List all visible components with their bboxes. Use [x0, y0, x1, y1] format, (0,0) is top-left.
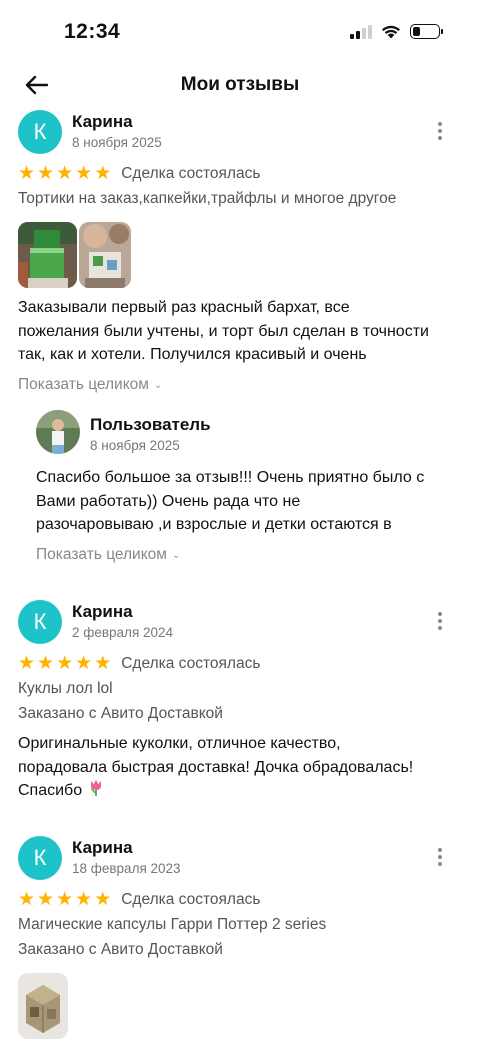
star-icon: ★ [56, 653, 74, 674]
review-text-line: пожелания были учтены, и торт был сделан… [18, 322, 429, 340]
author-name[interactable]: Карина [72, 838, 133, 858]
review-text: Оригинальные куколки, отличное качество,… [18, 732, 468, 803]
more-options-button[interactable] [430, 608, 450, 634]
reply-avatar[interactable] [36, 410, 80, 454]
author-name[interactable]: Карина [72, 602, 133, 622]
show-more-label: Показать целиком [18, 376, 149, 393]
review-card: К Карина 8 ноября 2025 ★ ★ ★ ★ ★ Сделка сост… [0, 106, 480, 586]
battery-icon [410, 24, 443, 39]
show-more-link[interactable]: Показать целиком ⌄ [18, 376, 162, 394]
review-text-line: Спасибо [18, 779, 468, 803]
reply-show-more-link[interactable]: Показать целиком ⌄ [36, 546, 180, 564]
deal-status: Сделка состоялась [121, 654, 261, 672]
wifi-icon [382, 25, 400, 39]
deal-status: Сделка состоялась [121, 164, 261, 182]
rating-row: ★ ★ ★ ★ ★ Сделка состоялась [18, 654, 260, 673]
star-icon: ★ [94, 653, 112, 674]
review-card: К Карина 18 февраля 2023 ★ ★ ★ ★ ★ Сделка со… [0, 832, 480, 1041]
review-photo[interactable] [79, 222, 131, 288]
deal-status: Сделка состоялась [121, 890, 261, 908]
review-date: 18 февраля 2023 [72, 861, 181, 876]
review-photos [18, 222, 131, 288]
star-icon: ★ [75, 889, 93, 910]
star-icon: ★ [75, 163, 93, 184]
star-icon: ★ [18, 163, 36, 184]
reply-text: Спасибо большое за отзыв!!! Очень приятн… [36, 466, 466, 537]
star-icon: ★ [94, 889, 112, 910]
review-text-line: Заказывали первый раз красный бархат, вс… [18, 299, 350, 316]
chevron-down-icon: ⌄ [171, 549, 181, 561]
review-text-line: так, как и хотели. Получился красивый и … [18, 346, 367, 363]
avatar[interactable]: К [18, 836, 62, 880]
more-options-button[interactable] [430, 844, 450, 870]
star-icon: ★ [18, 889, 36, 910]
show-more-label: Показать целиком [36, 546, 167, 563]
signal-icon [350, 24, 372, 39]
rating-row: ★ ★ ★ ★ ★ Сделка состоялась [18, 890, 260, 909]
reply-author-name: Пользователь [90, 415, 211, 434]
review-date: 8 ноября 2025 [72, 135, 162, 150]
nav-bar: Мои отзывы [0, 64, 480, 106]
star-icon: ★ [94, 163, 112, 184]
avatar[interactable]: К [18, 110, 62, 154]
reply-text-line: Спасибо большое за отзыв!!! Очень приятн… [36, 469, 425, 486]
star-icon: ★ [37, 653, 55, 674]
chevron-down-icon: ⌄ [153, 379, 163, 391]
review-photos [18, 973, 68, 1039]
rating-stars: ★ ★ ★ ★ ★ [18, 164, 111, 183]
tulip-emoji-icon [90, 780, 101, 796]
star-icon: ★ [56, 163, 74, 184]
review-date: 2 февраля 2024 [72, 625, 174, 640]
page-title: Мои отзывы [180, 74, 300, 95]
rating-stars: ★ ★ ★ ★ ★ [18, 890, 111, 909]
more-options-button[interactable] [430, 118, 450, 144]
status-icons [350, 24, 443, 39]
review-card: К Карина 2 февраля 2024 ★ ★ ★ ★ ★ Сделка сос… [0, 596, 480, 816]
star-icon: ★ [37, 889, 55, 910]
status-time: 12:34 [64, 20, 121, 43]
review-text-line: порадовала быстрая доставка! Дочка обрад… [18, 758, 414, 776]
reply-text-line: Вами работать)) Очень рада что не [36, 492, 301, 510]
item-title[interactable]: Магические капсулы Гарри Поттер 2 series [18, 916, 326, 934]
review-text-line-end: Спасибо [18, 782, 83, 799]
review-text-line: Оригинальные куколки, отличное качество, [18, 735, 341, 752]
item-title[interactable]: Куклы лол lol [18, 680, 113, 698]
item-title[interactable]: Тортики на заказ,капкейки,трайфлы и мног… [18, 190, 396, 208]
star-icon: ★ [75, 653, 93, 674]
review-photo[interactable] [18, 973, 68, 1039]
status-bar: 12:34 [0, 0, 480, 64]
star-icon: ★ [56, 889, 74, 910]
rating-stars: ★ ★ ★ ★ ★ [18, 654, 111, 673]
rating-row: ★ ★ ★ ★ ★ Сделка состоялась [18, 164, 260, 183]
star-icon: ★ [37, 163, 55, 184]
reply-text-line: разочаровываю ,и взрослые и детки остают… [36, 516, 392, 533]
delivery-label: Заказано с Авито Доставкой [18, 705, 223, 722]
author-name[interactable]: Карина [72, 112, 133, 132]
review-text: Заказывали первый раз красный бархат, вс… [18, 296, 468, 367]
review-photo[interactable] [18, 222, 77, 288]
reply-date: 8 ноября 2025 [90, 438, 180, 453]
avatar[interactable]: К [18, 600, 62, 644]
delivery-label: Заказано с Авито Доставкой [18, 941, 223, 958]
star-icon: ★ [18, 653, 36, 674]
